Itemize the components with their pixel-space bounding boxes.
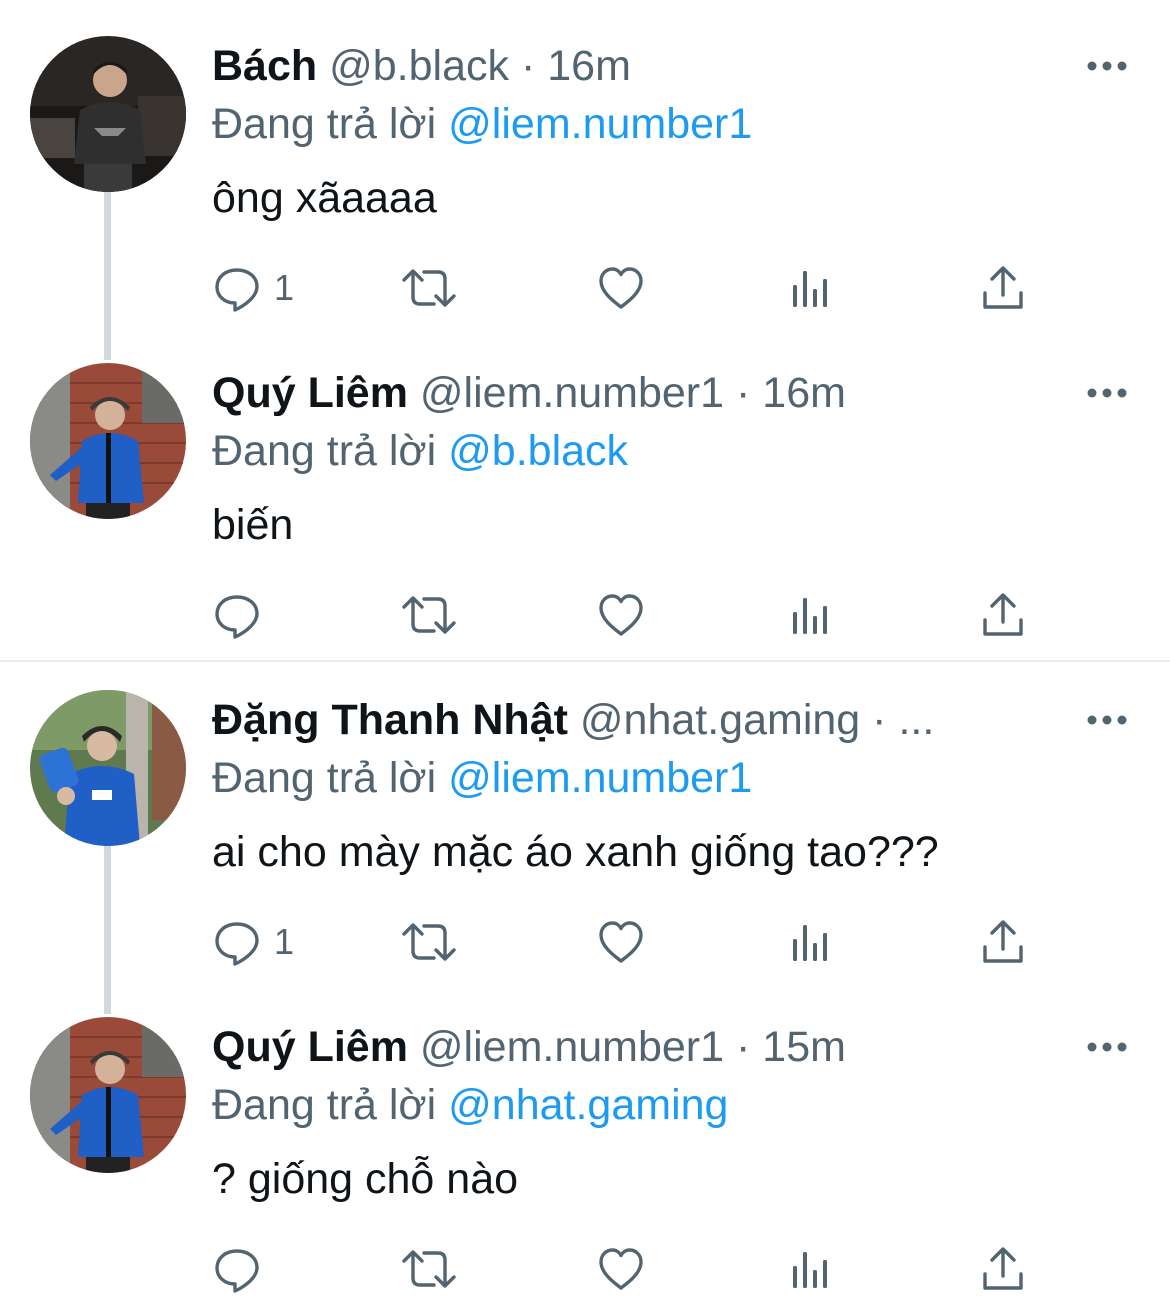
- reply-count: 1: [274, 267, 295, 308]
- heart-icon: [599, 594, 643, 636]
- share-button[interactable]: [980, 258, 1026, 318]
- like-button[interactable]: [596, 912, 646, 972]
- share-button[interactable]: [980, 912, 1026, 972]
- reply-icon: [215, 1249, 259, 1293]
- tweet-text: biến: [212, 501, 294, 549]
- analytics-button[interactable]: [790, 585, 834, 645]
- like-button[interactable]: [596, 585, 646, 645]
- timestamp[interactable]: 15m: [762, 1023, 846, 1071]
- tweet[interactable]: Đặng Thanh Nhật @nhat.gaming · ... Đang …: [0, 654, 1170, 979]
- user-handle[interactable]: @b.black: [329, 42, 509, 90]
- reply-button[interactable]: 1: [212, 912, 294, 972]
- tweet-header: Đặng Thanh Nhật @nhat.gaming · ...: [212, 692, 934, 748]
- tweet-text: ? giống chỗ nào: [212, 1155, 519, 1203]
- reply-button[interactable]: [212, 1239, 274, 1299]
- tweet[interactable]: Quý Liêm @liem.number1 · 16m Đang trả lờ…: [0, 327, 1170, 652]
- tweet-text: ông xãaaaa: [212, 174, 437, 222]
- user-handle[interactable]: @liem.number1: [420, 1023, 724, 1071]
- tweet-actions: [212, 585, 1052, 645]
- share-icon: [983, 1247, 1023, 1290]
- more-icon[interactable]: [1086, 710, 1128, 730]
- reply-icon: [215, 922, 259, 966]
- analytics-button[interactable]: [790, 912, 834, 972]
- mention-link[interactable]: @b.black: [448, 427, 628, 475]
- retweet-button[interactable]: [400, 912, 458, 972]
- tweet-header: Quý Liêm @liem.number1 · 16m: [212, 365, 846, 421]
- analytics-icon: [793, 598, 827, 634]
- mention-link[interactable]: @nhat.gaming: [448, 1081, 728, 1129]
- tweet-text: ai cho mày mặc áo xanh giống tao???: [212, 828, 939, 876]
- display-name[interactable]: Bách: [212, 42, 317, 90]
- replying-prefix: Đang trả lời: [212, 427, 437, 475]
- retweet-icon: [402, 1250, 456, 1288]
- share-button[interactable]: [980, 585, 1026, 645]
- separator-dot: ·: [736, 369, 751, 417]
- timestamp[interactable]: 16m: [547, 42, 631, 90]
- retweet-icon: [402, 596, 456, 634]
- heart-icon: [599, 1248, 643, 1290]
- tweet-header: Quý Liêm @liem.number1 · 15m: [212, 1019, 846, 1075]
- replying-to: Đang trả lời @liem.number1: [212, 750, 752, 806]
- tweet[interactable]: Bách @b.black · 16m Đang trả lời @liem.n…: [0, 0, 1170, 325]
- share-button[interactable]: [980, 1239, 1026, 1299]
- heart-icon: [599, 921, 643, 963]
- avatar[interactable]: [30, 363, 186, 519]
- reply-count: 1: [274, 921, 295, 962]
- separator-dot: ·: [872, 696, 887, 744]
- retweet-button[interactable]: [400, 258, 458, 318]
- reply-button[interactable]: [212, 585, 274, 645]
- timestamp[interactable]: 16m: [762, 369, 846, 417]
- mention-link[interactable]: @liem.number1: [448, 100, 752, 148]
- retweet-icon: [402, 269, 456, 307]
- replying-to: Đang trả lời @liem.number1: [212, 96, 752, 152]
- mention-link[interactable]: @liem.number1: [448, 754, 752, 802]
- tweet-header: Bách @b.black · 16m: [212, 38, 631, 94]
- display-name[interactable]: Quý Liêm: [212, 369, 408, 417]
- analytics-button[interactable]: [790, 258, 834, 318]
- analytics-icon: [793, 1252, 827, 1288]
- reply-icon: [215, 595, 259, 639]
- replying-prefix: Đang trả lời: [212, 1081, 437, 1129]
- tweet-actions: [212, 1239, 1052, 1299]
- avatar[interactable]: [30, 1017, 186, 1173]
- analytics-icon: [793, 925, 827, 961]
- reply-button[interactable]: 1: [212, 258, 294, 318]
- replying-prefix: Đang trả lời: [212, 100, 437, 148]
- heart-icon: [599, 267, 643, 309]
- share-icon: [983, 266, 1023, 309]
- tweet-actions: 1: [212, 912, 1052, 972]
- separator-dot: ·: [520, 42, 536, 90]
- like-button[interactable]: [596, 1239, 646, 1299]
- replying-to: Đang trả lời @nhat.gaming: [212, 1077, 728, 1133]
- timestamp[interactable]: ...: [898, 696, 934, 744]
- avatar[interactable]: [30, 690, 186, 846]
- display-name[interactable]: Quý Liêm: [212, 1023, 408, 1071]
- more-icon[interactable]: [1086, 56, 1128, 76]
- more-icon[interactable]: [1086, 383, 1128, 403]
- more-icon[interactable]: [1086, 1037, 1128, 1057]
- share-icon: [983, 920, 1023, 963]
- reply-icon: [215, 268, 259, 312]
- user-handle[interactable]: @nhat.gaming: [580, 696, 860, 744]
- separator-dot: ·: [736, 1023, 751, 1071]
- retweet-button[interactable]: [400, 1239, 458, 1299]
- retweet-icon: [402, 923, 456, 961]
- analytics-button[interactable]: [790, 1239, 834, 1299]
- tweet[interactable]: Quý Liêm @liem.number1 · 15m Đang trả lờ…: [0, 981, 1170, 1306]
- display-name[interactable]: Đặng Thanh Nhật: [212, 696, 568, 744]
- retweet-button[interactable]: [400, 585, 458, 645]
- user-handle[interactable]: @liem.number1: [420, 369, 724, 417]
- share-icon: [983, 593, 1023, 636]
- avatar[interactable]: [30, 36, 186, 192]
- replying-prefix: Đang trả lời: [212, 754, 437, 802]
- like-button[interactable]: [596, 258, 646, 318]
- tweet-actions: 1: [212, 258, 1052, 318]
- replying-to: Đang trả lời @b.black: [212, 423, 628, 479]
- analytics-icon: [793, 271, 827, 307]
